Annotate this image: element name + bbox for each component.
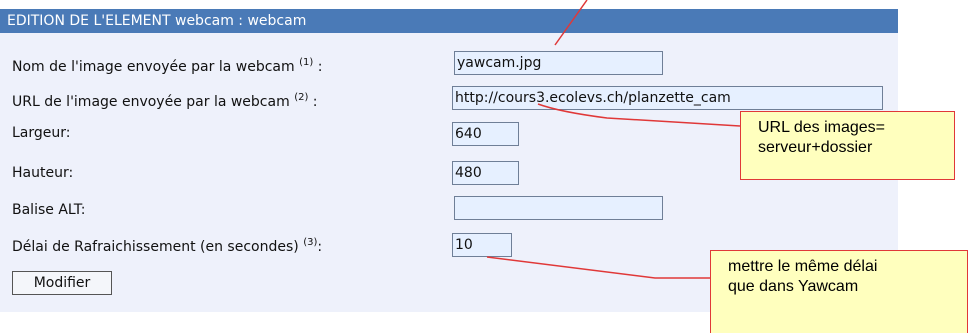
leader-line-url <box>537 103 741 127</box>
leader-line-delay <box>486 256 710 279</box>
delay-callout: mettre le même délai que dans Yawcam <box>710 250 968 333</box>
url-callout: URL des images= serveur+dossier <box>740 111 955 180</box>
leader-line-image-name <box>554 0 588 46</box>
